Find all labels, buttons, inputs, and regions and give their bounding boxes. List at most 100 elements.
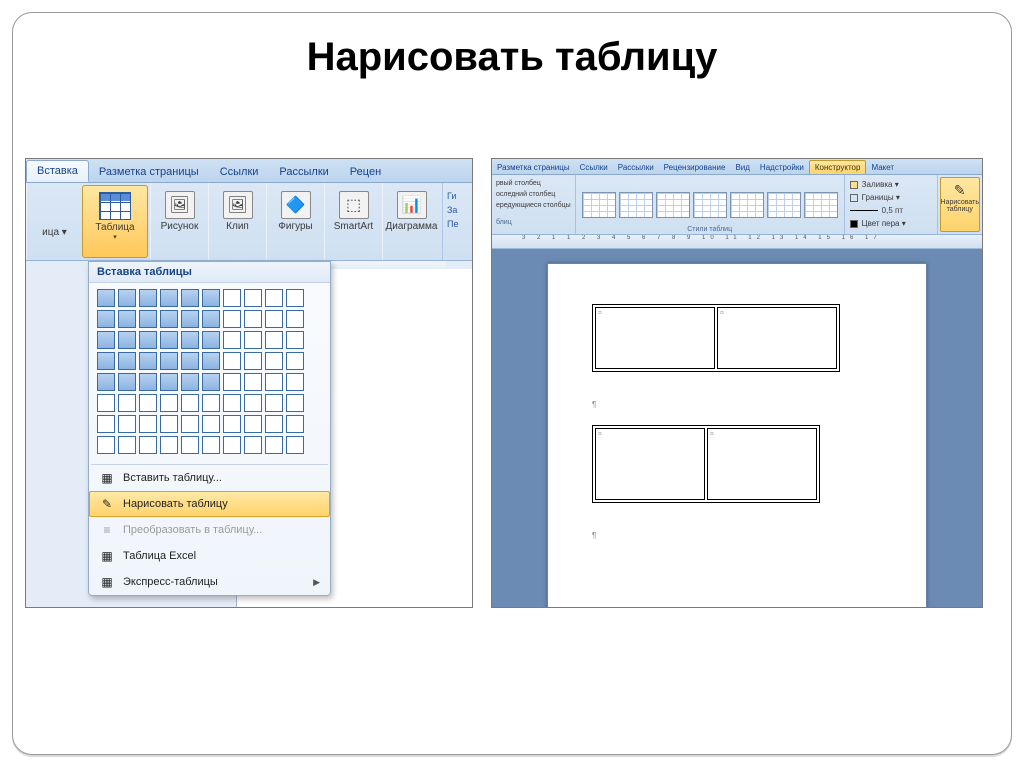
grid-cell[interactable]	[160, 436, 178, 454]
table-size-grid[interactable]	[89, 283, 330, 464]
grid-cell[interactable]	[118, 415, 136, 433]
grid-cell[interactable]	[97, 352, 115, 370]
style-thumb[interactable]	[804, 192, 838, 218]
grid-cell[interactable]	[139, 415, 157, 433]
chart-button[interactable]: 📊 Диаграмма	[382, 183, 440, 260]
grid-cell[interactable]	[265, 373, 283, 391]
grid-cell[interactable]	[202, 436, 220, 454]
grid-cell[interactable]	[118, 394, 136, 412]
grid-cell[interactable]	[265, 394, 283, 412]
grid-cell[interactable]	[181, 289, 199, 307]
grid-cell[interactable]	[139, 310, 157, 328]
drawn-table-2[interactable]: ¤¤	[592, 425, 820, 503]
grid-cell[interactable]	[286, 352, 304, 370]
tab-mailings[interactable]: Рассылки	[269, 162, 339, 182]
grid-cell[interactable]	[160, 331, 178, 349]
grid-cell[interactable]	[223, 310, 241, 328]
tab-insert[interactable]: Вставка	[26, 160, 89, 182]
grid-cell[interactable]	[286, 331, 304, 349]
grid-cell[interactable]	[223, 415, 241, 433]
smartart-button[interactable]: ⬚ SmartArt	[324, 183, 382, 260]
opt-last-col[interactable]: оследний столбец	[496, 189, 571, 200]
grid-cell[interactable]	[202, 310, 220, 328]
grid-cell[interactable]	[181, 331, 199, 349]
grid-cell[interactable]	[181, 415, 199, 433]
grid-cell[interactable]	[118, 373, 136, 391]
grid-cell[interactable]	[265, 436, 283, 454]
grid-cell[interactable]	[139, 394, 157, 412]
grid-cell[interactable]	[223, 373, 241, 391]
grid-cell[interactable]	[139, 436, 157, 454]
menu-quick-tables[interactable]: ▦ Экспресс-таблицы ▶	[89, 569, 330, 595]
grid-cell[interactable]	[244, 310, 262, 328]
menu-excel-table[interactable]: ▦ Таблица Excel	[89, 543, 330, 569]
grid-cell[interactable]	[223, 289, 241, 307]
grid-cell[interactable]	[244, 436, 262, 454]
opt-banded-cols[interactable]: ередующиеся столбцы	[496, 200, 571, 211]
style-thumb[interactable]	[730, 192, 764, 218]
line-width-select[interactable]: 0,5 пт	[850, 204, 932, 217]
style-thumb[interactable]	[693, 192, 727, 218]
grid-cell[interactable]	[160, 373, 178, 391]
style-thumb[interactable]	[619, 192, 653, 218]
grid-cell[interactable]	[244, 289, 262, 307]
grid-cell[interactable]	[286, 373, 304, 391]
tab-references[interactable]: Ссылки	[210, 162, 270, 182]
grid-cell[interactable]	[97, 373, 115, 391]
grid-cell[interactable]	[118, 352, 136, 370]
grid-cell[interactable]	[118, 331, 136, 349]
grid-cell[interactable]	[160, 310, 178, 328]
grid-cell[interactable]	[139, 331, 157, 349]
grid-cell[interactable]	[244, 352, 262, 370]
tab2-design[interactable]: Конструктор	[809, 160, 867, 174]
grid-cell[interactable]	[244, 331, 262, 349]
grid-cell[interactable]	[181, 352, 199, 370]
tab-review-cut[interactable]: Рецен	[340, 162, 392, 182]
grid-cell[interactable]	[244, 394, 262, 412]
grid-cell[interactable]	[223, 394, 241, 412]
table-button[interactable]: Таблица ▾	[82, 185, 148, 258]
style-thumb[interactable]	[656, 192, 690, 218]
grid-cell[interactable]	[181, 394, 199, 412]
tab-page-layout[interactable]: Разметка страницы	[89, 162, 210, 182]
grid-cell[interactable]	[202, 289, 220, 307]
grid-cell[interactable]	[97, 436, 115, 454]
grid-cell[interactable]	[181, 310, 199, 328]
grid-cell[interactable]	[118, 436, 136, 454]
grid-cell[interactable]	[97, 310, 115, 328]
grid-cell[interactable]	[139, 373, 157, 391]
tab2-mailings[interactable]: Рассылки	[613, 161, 659, 174]
grid-cell[interactable]	[244, 415, 262, 433]
picture-button[interactable]: 🖼 Рисунок	[150, 183, 208, 260]
grid-cell[interactable]	[97, 331, 115, 349]
grid-cell[interactable]	[265, 352, 283, 370]
drawn-table-1[interactable]: ¤¤	[592, 304, 840, 372]
tab2-layout[interactable]: Макет	[866, 161, 899, 174]
grid-cell[interactable]	[286, 289, 304, 307]
draw-table-button[interactable]: ✎ Нарисовать таблицу	[940, 177, 980, 232]
fill-button[interactable]: Заливка ▾	[850, 178, 932, 191]
grid-cell[interactable]	[286, 394, 304, 412]
grid-cell[interactable]	[286, 436, 304, 454]
grid-cell[interactable]	[118, 289, 136, 307]
grid-cell[interactable]	[181, 373, 199, 391]
grid-cell[interactable]	[202, 352, 220, 370]
opt-first-col[interactable]: рвый столбец	[496, 178, 571, 189]
grid-cell[interactable]	[202, 394, 220, 412]
grid-cell[interactable]	[160, 289, 178, 307]
grid-cell[interactable]	[244, 373, 262, 391]
grid-cell[interactable]	[202, 331, 220, 349]
shapes-button[interactable]: 🔷 Фигуры	[266, 183, 324, 260]
grid-cell[interactable]	[265, 415, 283, 433]
grid-cell[interactable]	[223, 331, 241, 349]
borders-button[interactable]: Границы ▾	[850, 191, 932, 204]
style-thumb[interactable]	[767, 192, 801, 218]
grid-cell[interactable]	[139, 352, 157, 370]
grid-cell[interactable]	[223, 436, 241, 454]
tab2-references[interactable]: Ссылки	[575, 161, 613, 174]
clip-button[interactable]: 🖼 Клип	[208, 183, 266, 260]
grid-cell[interactable]	[160, 352, 178, 370]
grid-cell[interactable]	[118, 310, 136, 328]
grid-cell[interactable]	[286, 310, 304, 328]
grid-cell[interactable]	[265, 289, 283, 307]
